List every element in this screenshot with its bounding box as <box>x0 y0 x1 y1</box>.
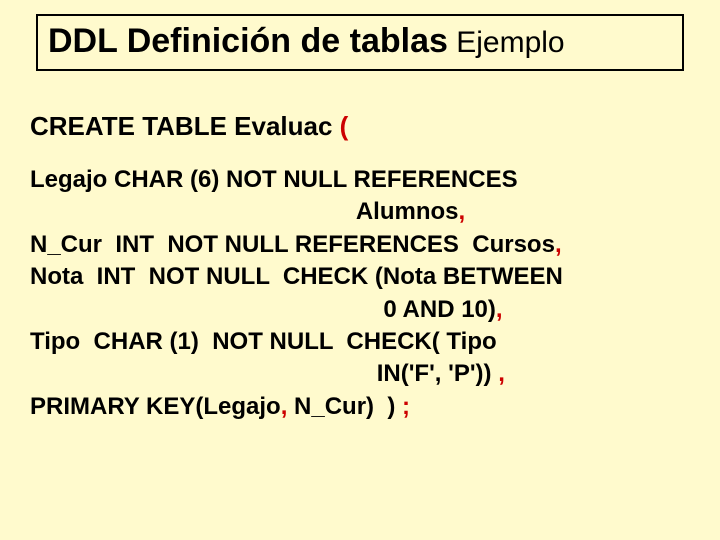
code-block: Legajo CHAR (6) NOT NULL REFERENCES Alum… <box>30 164 690 423</box>
title-box: DDL Definición de tablas Ejemplo <box>36 14 684 71</box>
slide: DDL Definición de tablas Ejemplo CREATE … <box>0 0 720 540</box>
code-line-7: IN('F', 'P')) , <box>30 358 690 390</box>
code-line-1: Legajo CHAR (6) NOT NULL REFERENCES <box>30 164 690 196</box>
open-paren: ( <box>340 111 349 141</box>
code-line-5: 0 AND 10), <box>30 294 690 326</box>
title-sub: Ejemplo <box>448 26 565 59</box>
code-line-6: Tipo CHAR (1) NOT NULL CHECK( Tipo <box>30 326 690 358</box>
title-main: DDL Definición de tablas <box>48 22 448 60</box>
code-line-8: PRIMARY KEY(Legajo, N_Cur) ) ; <box>30 391 690 423</box>
code-line-2: Alumnos, <box>30 196 690 228</box>
create-sql: CREATE TABLE Evaluac <box>30 111 340 141</box>
code-line-3: N_Cur INT NOT NULL REFERENCES Cursos, <box>30 229 690 261</box>
code-line-4: Nota INT NOT NULL CHECK (Nota BETWEEN <box>30 261 690 293</box>
create-table-line: CREATE TABLE Evaluac ( <box>30 111 690 142</box>
